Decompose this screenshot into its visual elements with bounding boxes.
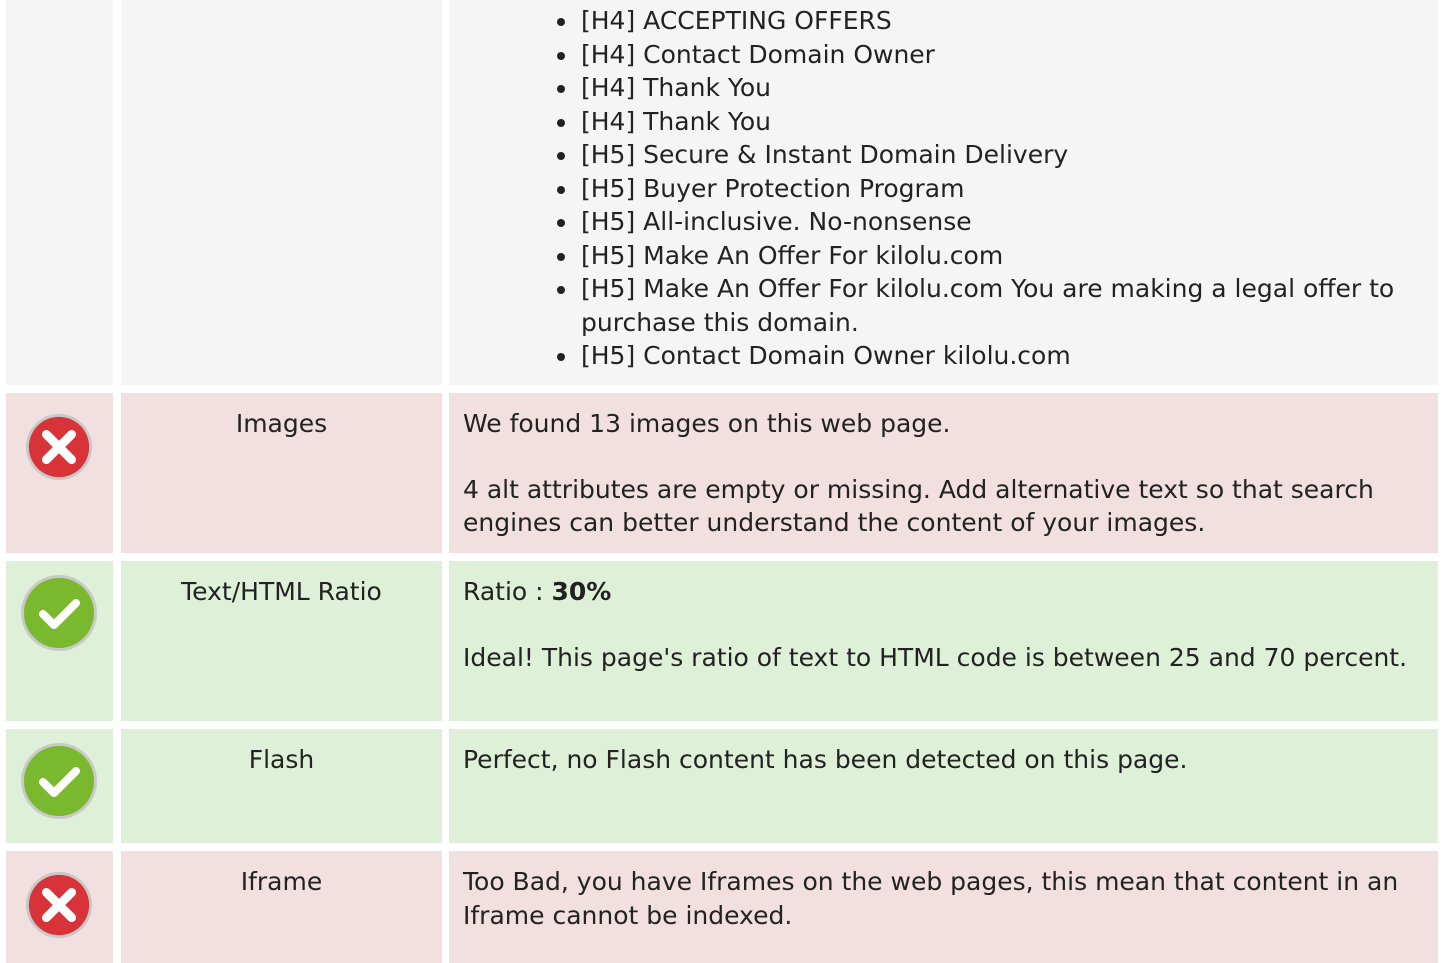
iframe-summary: Too Bad, you have Iframes on the web pag… <box>463 867 1399 930</box>
description-cell: Ratio : 30% Ideal! This page's ratio of … <box>449 561 1438 721</box>
ratio-prefix: Ratio : <box>463 577 552 606</box>
ratio-value-line: Ratio : 30% <box>463 575 1424 609</box>
list-item: [H5] Contact Domain Owner kilolu.com <box>557 339 1424 373</box>
ratio-value: 30% <box>551 577 612 606</box>
ratio-row: Text/HTML Ratio Ratio : 30% Ideal! This … <box>6 561 1438 721</box>
error-icon <box>25 871 93 939</box>
list-item: [H4] ACCEPTING OFFERS <box>557 4 1424 38</box>
status-cell <box>6 561 113 721</box>
list-item: [H4] Contact Domain Owner <box>557 38 1424 72</box>
row-label: Text/HTML Ratio <box>181 577 382 606</box>
error-icon <box>25 413 93 481</box>
label-cell: Iframe <box>121 851 442 963</box>
label-cell: Images <box>121 393 442 553</box>
status-cell <box>6 851 113 963</box>
label-cell: Flash <box>121 729 442 843</box>
status-cell <box>6 0 113 385</box>
description-cell: [H4] ACCEPTING OFFERS [H4] Contact Domai… <box>449 0 1438 385</box>
check-icon <box>21 743 97 819</box>
label-cell <box>121 0 442 385</box>
list-item: [H5] Make An Offer For kilolu.com <box>557 239 1424 273</box>
row-label: Flash <box>248 745 315 774</box>
list-item: [H4] Thank You <box>557 105 1424 139</box>
list-item: [H5] All-inclusive. No-nonsense <box>557 205 1424 239</box>
description-cell: Perfect, no Flash content has been detec… <box>449 729 1438 843</box>
label-cell: Text/HTML Ratio <box>121 561 442 721</box>
flash-row: Flash Perfect, no Flash content has been… <box>6 729 1438 843</box>
images-row: Images We found 13 images on this web pa… <box>6 393 1438 553</box>
list-item: [H4] Thank You <box>557 71 1424 105</box>
description-cell: Too Bad, you have Iframes on the web pag… <box>449 851 1438 963</box>
status-cell <box>6 729 113 843</box>
iframe-row: Iframe Too Bad, you have Iframes on the … <box>6 851 1438 963</box>
images-advice: 4 alt attributes are empty or missing. A… <box>463 474 1374 538</box>
flash-summary: Perfect, no Flash content has been detec… <box>463 745 1188 774</box>
headings-row: [H4] ACCEPTING OFFERS [H4] Contact Domai… <box>6 0 1438 385</box>
row-label: Iframe <box>240 867 323 896</box>
images-summary: We found 13 images on this web page. <box>463 409 951 438</box>
description-cell: We found 13 images on this web page. 4 a… <box>449 393 1438 553</box>
status-cell <box>6 393 113 553</box>
list-item: [H5] Buyer Protection Program <box>557 172 1424 206</box>
row-label: Images <box>235 409 328 438</box>
list-item: [H5] Make An Offer For kilolu.com You ar… <box>557 272 1424 339</box>
ratio-advice: Ideal! This page's ratio of text to HTML… <box>463 642 1408 672</box>
check-icon <box>21 575 97 651</box>
headings-list: [H4] ACCEPTING OFFERS [H4] Contact Domai… <box>463 4 1424 373</box>
list-item: [H5] Secure & Instant Domain Delivery <box>557 138 1424 172</box>
